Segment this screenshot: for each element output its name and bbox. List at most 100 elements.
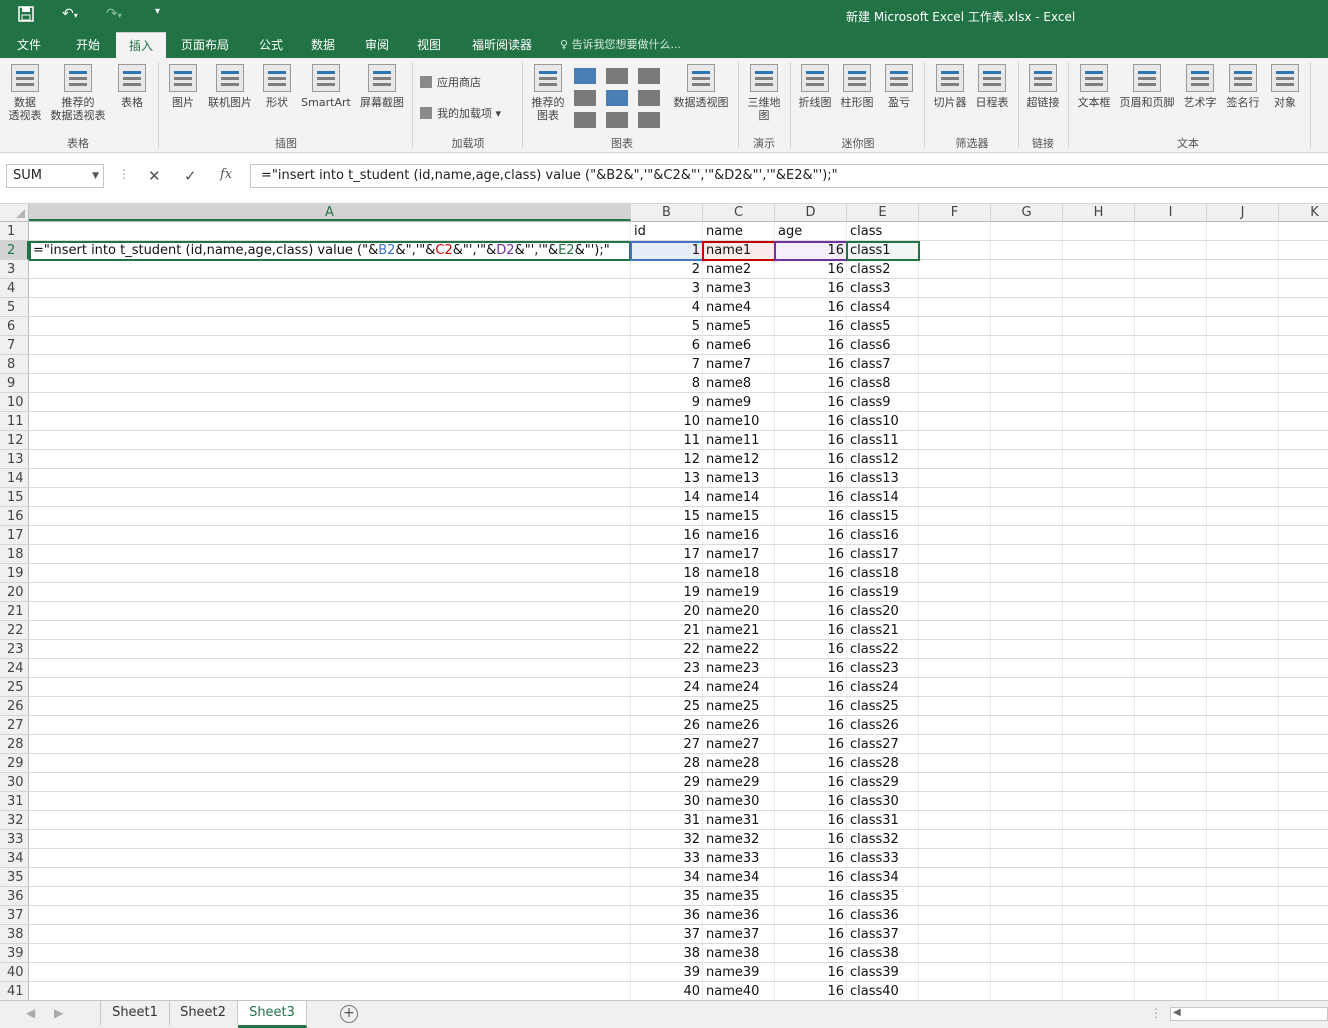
cell-age[interactable]: 16 <box>775 621 847 640</box>
cell-class[interactable]: class27 <box>847 735 919 754</box>
pivottable-button[interactable]: 数据 透视表 <box>6 64 44 122</box>
cell-age[interactable]: 16 <box>775 906 847 925</box>
cell-name[interactable]: name24 <box>703 678 775 697</box>
cell-name[interactable]: name33 <box>703 849 775 868</box>
store-button[interactable]: 应用商店 <box>420 74 481 90</box>
cell-age[interactable]: 16 <box>775 507 847 526</box>
insert-function-icon[interactable]: fx <box>220 167 232 182</box>
cell-id[interactable]: 22 <box>631 640 703 659</box>
cell-name[interactable]: name31 <box>703 811 775 830</box>
cell-class[interactable]: class24 <box>847 678 919 697</box>
screenshot-button[interactable]: 屏幕截图 <box>356 64 408 109</box>
cell-age[interactable]: 16 <box>775 678 847 697</box>
cell-id[interactable]: 31 <box>631 811 703 830</box>
cell-id[interactable]: 33 <box>631 849 703 868</box>
cell-class[interactable]: class7 <box>847 355 919 374</box>
cell-name[interactable]: name25 <box>703 697 775 716</box>
formula-input[interactable]: ="insert into t_student (id,name,age,cla… <box>250 164 1328 188</box>
sheet-tab-sheet2[interactable]: Sheet2 <box>169 1001 238 1025</box>
cell-age[interactable]: 16 <box>775 279 847 298</box>
cell-age[interactable]: 16 <box>775 336 847 355</box>
cell-age[interactable]: 16 <box>775 716 847 735</box>
cell-name[interactable]: name5 <box>703 317 775 336</box>
wordart-button[interactable]: 艺术字 <box>1180 64 1220 109</box>
cell-id[interactable]: 12 <box>631 450 703 469</box>
cell-age[interactable]: 16 <box>775 583 847 602</box>
row-header[interactable]: 35 <box>0 868 29 887</box>
cell-id[interactable]: 15 <box>631 507 703 526</box>
customize-icon[interactable]: ▾ <box>155 6 160 17</box>
cell-id[interactable]: 29 <box>631 773 703 792</box>
my-addins-button[interactable]: 我的加载项 ▾ <box>420 105 501 121</box>
cell-class[interactable]: class10 <box>847 412 919 431</box>
cell-class[interactable]: class8 <box>847 374 919 393</box>
row-header[interactable]: 30 <box>0 773 29 792</box>
cell-name[interactable]: name17 <box>703 545 775 564</box>
recommended-charts-button[interactable]: 推荐的 图表 <box>528 64 568 122</box>
row-header[interactable]: 36 <box>0 887 29 906</box>
header-footer-button[interactable]: 页眉和页脚 <box>1116 64 1178 109</box>
cell-age[interactable]: 16 <box>775 792 847 811</box>
cell-name[interactable]: name1 <box>703 241 775 260</box>
cell-id[interactable]: 23 <box>631 659 703 678</box>
row-header[interactable]: 27 <box>0 716 29 735</box>
cell-name[interactable]: name27 <box>703 735 775 754</box>
radar-chart-icon[interactable] <box>638 112 660 128</box>
cell-name[interactable]: name6 <box>703 336 775 355</box>
cell-id[interactable]: 8 <box>631 374 703 393</box>
cell-name[interactable]: name4 <box>703 298 775 317</box>
cell-id[interactable]: 14 <box>631 488 703 507</box>
cell-age[interactable]: 16 <box>775 887 847 906</box>
cell-class[interactable]: class15 <box>847 507 919 526</box>
column-header-j[interactable]: J <box>1207 204 1279 221</box>
cell-name[interactable]: name34 <box>703 868 775 887</box>
timeline-button[interactable]: 日程表 <box>972 64 1012 109</box>
cell-b1[interactable]: id <box>631 222 703 241</box>
online-pictures-button[interactable]: 联机图片 <box>204 64 256 109</box>
add-sheet-icon[interactable]: + <box>340 1005 358 1023</box>
cell-age[interactable]: 16 <box>775 925 847 944</box>
cancel-icon[interactable]: ✕ <box>148 167 161 185</box>
cell-name[interactable]: name15 <box>703 507 775 526</box>
cell-name[interactable]: name9 <box>703 393 775 412</box>
cell-class[interactable]: class38 <box>847 944 919 963</box>
cell-age[interactable]: 16 <box>775 431 847 450</box>
row-header[interactable]: 24 <box>0 659 29 678</box>
cell-id[interactable]: 18 <box>631 564 703 583</box>
sparkline-winloss-button[interactable]: 盈亏 <box>880 64 918 109</box>
cell-age[interactable]: 16 <box>775 412 847 431</box>
cell-age[interactable]: 16 <box>775 355 847 374</box>
cell-age[interactable]: 16 <box>775 260 847 279</box>
cell-id[interactable]: 32 <box>631 830 703 849</box>
hyperlink-button[interactable]: 超链接 <box>1022 64 1064 109</box>
tab-insert[interactable]: 插入 <box>116 32 166 59</box>
cell-age[interactable]: 16 <box>775 697 847 716</box>
select-all-button[interactable] <box>0 204 29 221</box>
cell-id[interactable]: 1 <box>631 241 703 260</box>
shapes-button[interactable]: 形状 <box>260 64 294 109</box>
cell-id[interactable]: 27 <box>631 735 703 754</box>
row-header[interactable]: 6 <box>0 317 29 336</box>
cell-age[interactable]: 16 <box>775 298 847 317</box>
row-header[interactable]: 21 <box>0 602 29 621</box>
row-header[interactable]: 18 <box>0 545 29 564</box>
tab-formulas[interactable]: 公式 <box>246 32 296 58</box>
cell-a2-editor[interactable]: ="insert into t_student (id,name,age,cla… <box>29 241 631 261</box>
column-header-d[interactable]: D <box>775 204 847 221</box>
textbox-button[interactable]: 文本框 <box>1074 64 1114 109</box>
row-header[interactable]: 37 <box>0 906 29 925</box>
save-icon[interactable] <box>18 6 34 26</box>
cell-e1[interactable]: class <box>847 222 919 241</box>
row-header[interactable]: 14 <box>0 469 29 488</box>
column-header-k[interactable]: K <box>1279 204 1328 221</box>
cell-id[interactable]: 21 <box>631 621 703 640</box>
cell-age[interactable]: 16 <box>775 488 847 507</box>
cell-id[interactable]: 16 <box>631 526 703 545</box>
line-chart-icon[interactable] <box>574 90 596 106</box>
cell-name[interactable]: name16 <box>703 526 775 545</box>
sparkline-line-button[interactable]: 折线图 <box>796 64 834 109</box>
row-header[interactable]: 3 <box>0 260 29 279</box>
row-header[interactable]: 41 <box>0 982 29 1000</box>
name-box[interactable]: SUM ▼ <box>6 164 104 188</box>
column-header-c[interactable]: C <box>703 204 775 221</box>
